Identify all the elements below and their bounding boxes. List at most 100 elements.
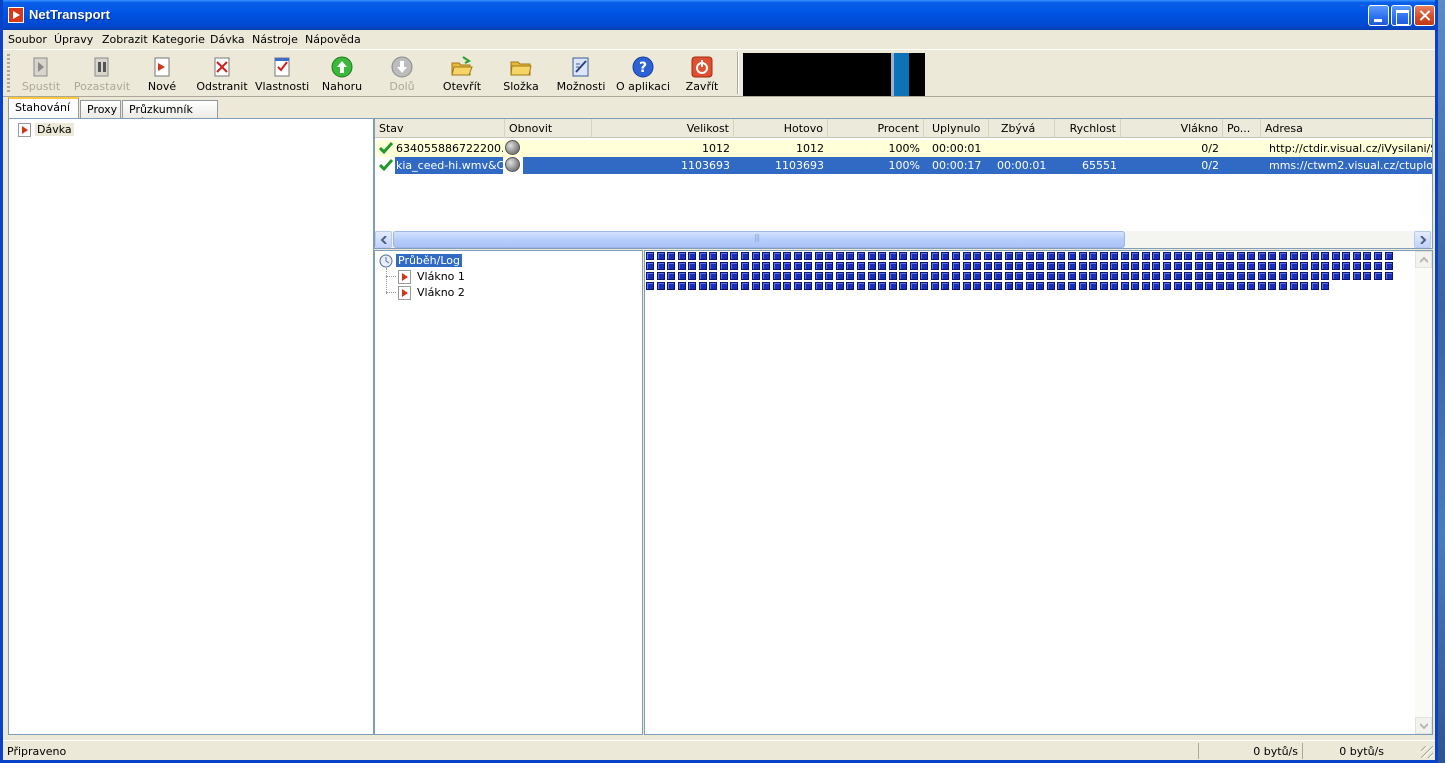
open-button[interactable]: Otevřít [437, 53, 487, 95]
options-button[interactable]: Možnosti [555, 53, 607, 95]
maximize-button[interactable] [1391, 5, 1412, 26]
scroll-down-button[interactable] [1415, 717, 1432, 734]
download-block [1142, 272, 1150, 280]
download-block [825, 272, 833, 280]
download-block [1047, 252, 1055, 260]
pause-button[interactable]: Pozastavit [71, 53, 133, 95]
download-block [889, 252, 897, 260]
download-block [1079, 252, 1087, 260]
download-block [1247, 272, 1255, 280]
download-block [1268, 272, 1276, 280]
exit-button[interactable]: Zavřít [679, 53, 725, 95]
scroll-right-button[interactable] [1414, 231, 1431, 248]
arrow-down-icon [391, 56, 413, 78]
column-remaining[interactable]: Zbývá [989, 119, 1055, 138]
download-block [1321, 252, 1329, 260]
table-row[interactable]: kia_ceed-hi.wmv&C... 1103693 1103693 100… [375, 157, 1432, 174]
new-button[interactable]: Nové [139, 53, 185, 95]
download-block [1311, 252, 1319, 260]
scroll-left-button[interactable] [375, 231, 392, 248]
move-down-button[interactable]: Dolů [379, 53, 425, 95]
column-done[interactable]: Hotovo [734, 119, 828, 138]
toolbar-grip[interactable] [7, 54, 10, 92]
download-block [963, 262, 971, 270]
menu-nastroje[interactable]: Nástroje [252, 33, 298, 46]
menu-napoveda[interactable]: Nápověda [305, 33, 361, 46]
properties-icon [274, 57, 290, 77]
move-up-button[interactable]: Nahoru [319, 53, 365, 95]
download-block [1374, 272, 1382, 280]
tab-downloads[interactable]: Stahování [8, 97, 79, 118]
download-block [973, 272, 981, 280]
resize-grip[interactable] [1421, 746, 1433, 758]
start-button[interactable]: Spustit [15, 53, 67, 95]
about-button[interactable]: ? O aplikaci [615, 53, 671, 95]
column-refresh[interactable]: Obnovit [505, 119, 592, 138]
download-block [1036, 262, 1044, 270]
menu-zobrazit[interactable]: Zobrazit [102, 33, 148, 46]
download-block [1290, 262, 1298, 270]
download-block [920, 272, 928, 280]
download-block [646, 272, 654, 280]
scroll-thumb[interactable] [393, 231, 1125, 248]
title-bar[interactable]: NetTransport [3, 0, 1435, 30]
download-block [804, 252, 812, 260]
column-threads[interactable]: Vlákno [1121, 119, 1223, 138]
column-address[interactable]: Adresa [1261, 119, 1431, 138]
column-elapsed[interactable]: Uplynulo [924, 119, 989, 138]
open-folder-icon [451, 56, 473, 76]
horizontal-scrollbar[interactable] [375, 231, 1432, 248]
download-block [709, 252, 717, 260]
download-block [984, 272, 992, 280]
download-block [1268, 252, 1276, 260]
app-icon[interactable] [8, 7, 24, 23]
scroll-up-button[interactable] [1415, 251, 1432, 268]
download-block [783, 272, 791, 280]
download-block [1226, 252, 1234, 260]
tab-site-explorer[interactable]: Průzkumník míst [122, 100, 218, 129]
download-block [1163, 252, 1171, 260]
download-block [657, 272, 665, 280]
download-block [1311, 262, 1319, 270]
download-block [889, 272, 897, 280]
download-block [741, 252, 749, 260]
download-block [646, 252, 654, 260]
download-block [815, 262, 823, 270]
download-block [868, 252, 876, 260]
column-status[interactable]: Stav [375, 119, 505, 138]
column-speed[interactable]: Rychlost [1055, 119, 1121, 138]
menu-kategorie[interactable]: Kategorie [152, 33, 205, 46]
download-block [1195, 282, 1203, 290]
download-block [741, 282, 749, 290]
column-pos[interactable]: Po... [1223, 119, 1261, 138]
tree-item-label: Dávka [35, 123, 74, 136]
download-block [857, 252, 865, 260]
close-button[interactable] [1414, 5, 1435, 26]
menu-upravy[interactable]: Úpravy [54, 33, 93, 46]
download-block [1268, 262, 1276, 270]
download-block [1363, 262, 1371, 270]
download-block [825, 262, 833, 270]
menu-davka[interactable]: Dávka [210, 33, 245, 46]
download-block [730, 262, 738, 270]
properties-button[interactable]: Vlastnosti [255, 53, 309, 95]
column-size[interactable]: Velikost [592, 119, 734, 138]
row-name: 634055886722200... [396, 142, 503, 155]
download-block [1279, 252, 1287, 260]
vertical-scrollbar[interactable] [1415, 251, 1432, 734]
table-row[interactable]: 634055886722200... 1012 1012 100% 00:00:… [375, 140, 1432, 157]
speed-graph-bar [894, 53, 909, 96]
minimize-button[interactable] [1368, 5, 1389, 26]
download-block [910, 262, 918, 270]
tab-proxy[interactable]: Proxy [80, 100, 121, 118]
window-title: NetTransport [29, 7, 110, 22]
column-percent[interactable]: Procent [828, 119, 924, 138]
tree-connector [386, 276, 396, 277]
row-percent: 100% [888, 142, 920, 155]
menu-soubor[interactable]: Soubor [8, 33, 47, 46]
remove-button[interactable]: Odstranit [193, 53, 251, 95]
folder-button[interactable]: Složka [499, 53, 543, 95]
download-block [1100, 272, 1108, 280]
download-block [1089, 282, 1097, 290]
download-block [815, 252, 823, 260]
